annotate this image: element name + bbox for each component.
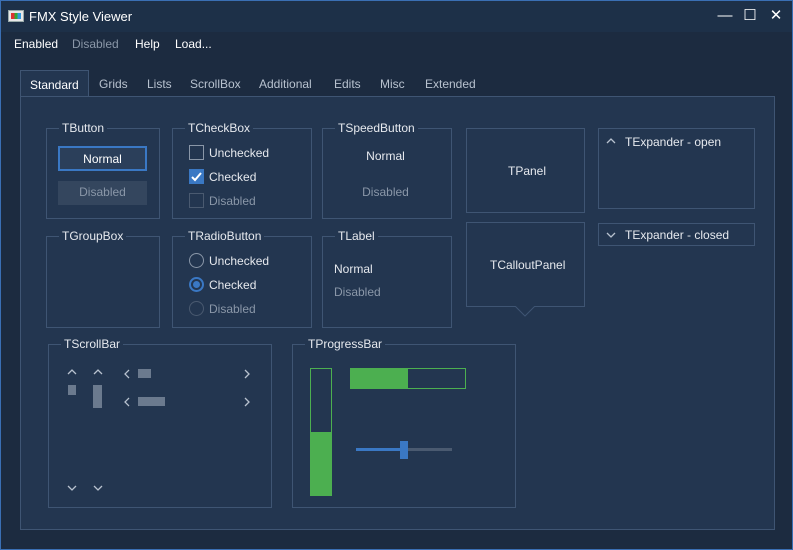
- group-title: TCheckBox: [185, 121, 254, 135]
- tab-scrollbox[interactable]: ScrollBox: [181, 70, 250, 97]
- slider-thumb[interactable]: [400, 441, 408, 459]
- group-title: TGroupBox: [59, 229, 127, 243]
- radio-label: Checked: [209, 278, 257, 292]
- menu-help[interactable]: Help: [135, 37, 160, 51]
- scroll-up-icon[interactable]: [93, 368, 103, 379]
- vertical-scrollbar-thumb[interactable]: [68, 385, 76, 395]
- menu-bar: Enabled Disabled Help Load...: [1, 32, 792, 57]
- group-tcheckbox: TCheckBox Unchecked Checked Disabled: [172, 121, 312, 219]
- tab-extended[interactable]: Extended: [416, 70, 485, 97]
- vertical-progress-bar: [310, 368, 332, 496]
- maximize-button[interactable]: ☐: [738, 5, 762, 27]
- texpander-closed[interactable]: TExpander - closed: [598, 223, 755, 246]
- title-bar[interactable]: FMX Style Viewer — ☐ ✕: [1, 1, 792, 32]
- horizontal-progress-bar: [350, 368, 466, 389]
- slider-fill: [356, 448, 404, 451]
- group-tprogressbar: TProgressBar: [292, 337, 516, 508]
- app-window: FMX Style Viewer — ☐ ✕ Enabled Disabled …: [0, 0, 793, 550]
- progress-fill: [311, 432, 331, 495]
- checkbox-label: Disabled: [209, 194, 256, 208]
- group-tradiobutton: TRadioButton Unchecked Checked Disabled: [172, 229, 312, 328]
- scroll-up-icon[interactable]: [67, 368, 77, 379]
- checkmark-icon: [191, 172, 202, 182]
- tab-grids[interactable]: Grids: [90, 70, 137, 97]
- callout-panel-label: TCalloutPanel: [490, 258, 566, 272]
- vertical-scrollbar-thumb[interactable]: [93, 385, 102, 408]
- tab-standard[interactable]: Standard: [20, 70, 89, 98]
- group-title: TRadioButton: [185, 229, 265, 243]
- group-tgroupbox: TGroupBox: [46, 229, 160, 328]
- tab-lists[interactable]: Lists: [138, 70, 181, 97]
- disabled-radio: [189, 301, 204, 316]
- normal-button[interactable]: Normal: [58, 146, 147, 171]
- texpander-open: TExpander - open: [598, 128, 755, 209]
- app-icon: [8, 10, 24, 22]
- checkbox-label: Unchecked: [209, 146, 270, 160]
- progress-fill: [351, 369, 408, 388]
- group-tspeedbutton: TSpeedButton Normal Disabled: [322, 121, 452, 219]
- group-title: TButton: [59, 121, 108, 135]
- tab-additional[interactable]: Additional: [250, 70, 321, 97]
- window-title: FMX Style Viewer: [29, 9, 133, 24]
- disabled-speed-button: Disabled: [362, 185, 409, 199]
- checked-checkbox[interactable]: [189, 169, 204, 184]
- expander-label[interactable]: TExpander - open: [625, 135, 721, 149]
- disabled-label: Disabled: [334, 285, 381, 299]
- menu-disabled: Disabled: [72, 37, 119, 51]
- unchecked-radio[interactable]: [189, 253, 204, 268]
- disabled-checkbox: [189, 193, 204, 208]
- group-title: TScrollBar: [61, 337, 124, 351]
- group-tscrollbar: TScrollBar: [48, 337, 272, 508]
- group-title: TLabel: [335, 229, 378, 243]
- close-button[interactable]: ✕: [764, 5, 788, 27]
- scroll-down-icon[interactable]: [67, 484, 77, 495]
- disabled-button: Disabled: [58, 181, 147, 205]
- callout-pointer: [515, 306, 535, 317]
- scroll-right-icon[interactable]: [243, 369, 251, 382]
- horizontal-scrollbar-thumb[interactable]: [138, 397, 165, 406]
- tab-edits[interactable]: Edits: [325, 70, 370, 97]
- scroll-down-icon[interactable]: [93, 484, 103, 495]
- expander-label: TExpander - closed: [625, 228, 730, 242]
- chevron-up-icon[interactable]: [606, 137, 616, 148]
- normal-speed-button[interactable]: Normal: [343, 145, 428, 169]
- radio-label: Disabled: [209, 302, 256, 316]
- unchecked-checkbox[interactable]: [189, 145, 204, 160]
- group-tlabel: TLabel Normal Disabled: [322, 229, 452, 328]
- scroll-right-icon[interactable]: [243, 397, 251, 410]
- panel-label: TPanel: [508, 164, 547, 178]
- minimize-button[interactable]: —: [713, 5, 737, 27]
- checkbox-label: Checked: [209, 170, 257, 184]
- checked-radio[interactable]: [189, 277, 204, 292]
- tcalloutpanel: TCalloutPanel: [466, 222, 585, 307]
- tab-panel-standard: TButton Normal Disabled TCheckBox Unchec…: [20, 96, 775, 530]
- menu-enabled[interactable]: Enabled: [14, 37, 58, 51]
- chevron-down-icon[interactable]: [606, 231, 616, 242]
- scroll-left-icon[interactable]: [123, 369, 131, 382]
- tab-misc[interactable]: Misc: [371, 70, 414, 97]
- group-title: TSpeedButton: [335, 121, 418, 135]
- scroll-left-icon[interactable]: [123, 397, 131, 410]
- radio-label: Unchecked: [209, 254, 270, 268]
- horizontal-scrollbar-thumb[interactable]: [138, 369, 151, 378]
- tpanel: TPanel: [466, 128, 585, 213]
- group-title: TProgressBar: [305, 337, 386, 351]
- normal-label: Normal: [334, 262, 373, 276]
- group-tbutton: TButton Normal Disabled: [46, 121, 160, 219]
- menu-load[interactable]: Load...: [175, 37, 212, 51]
